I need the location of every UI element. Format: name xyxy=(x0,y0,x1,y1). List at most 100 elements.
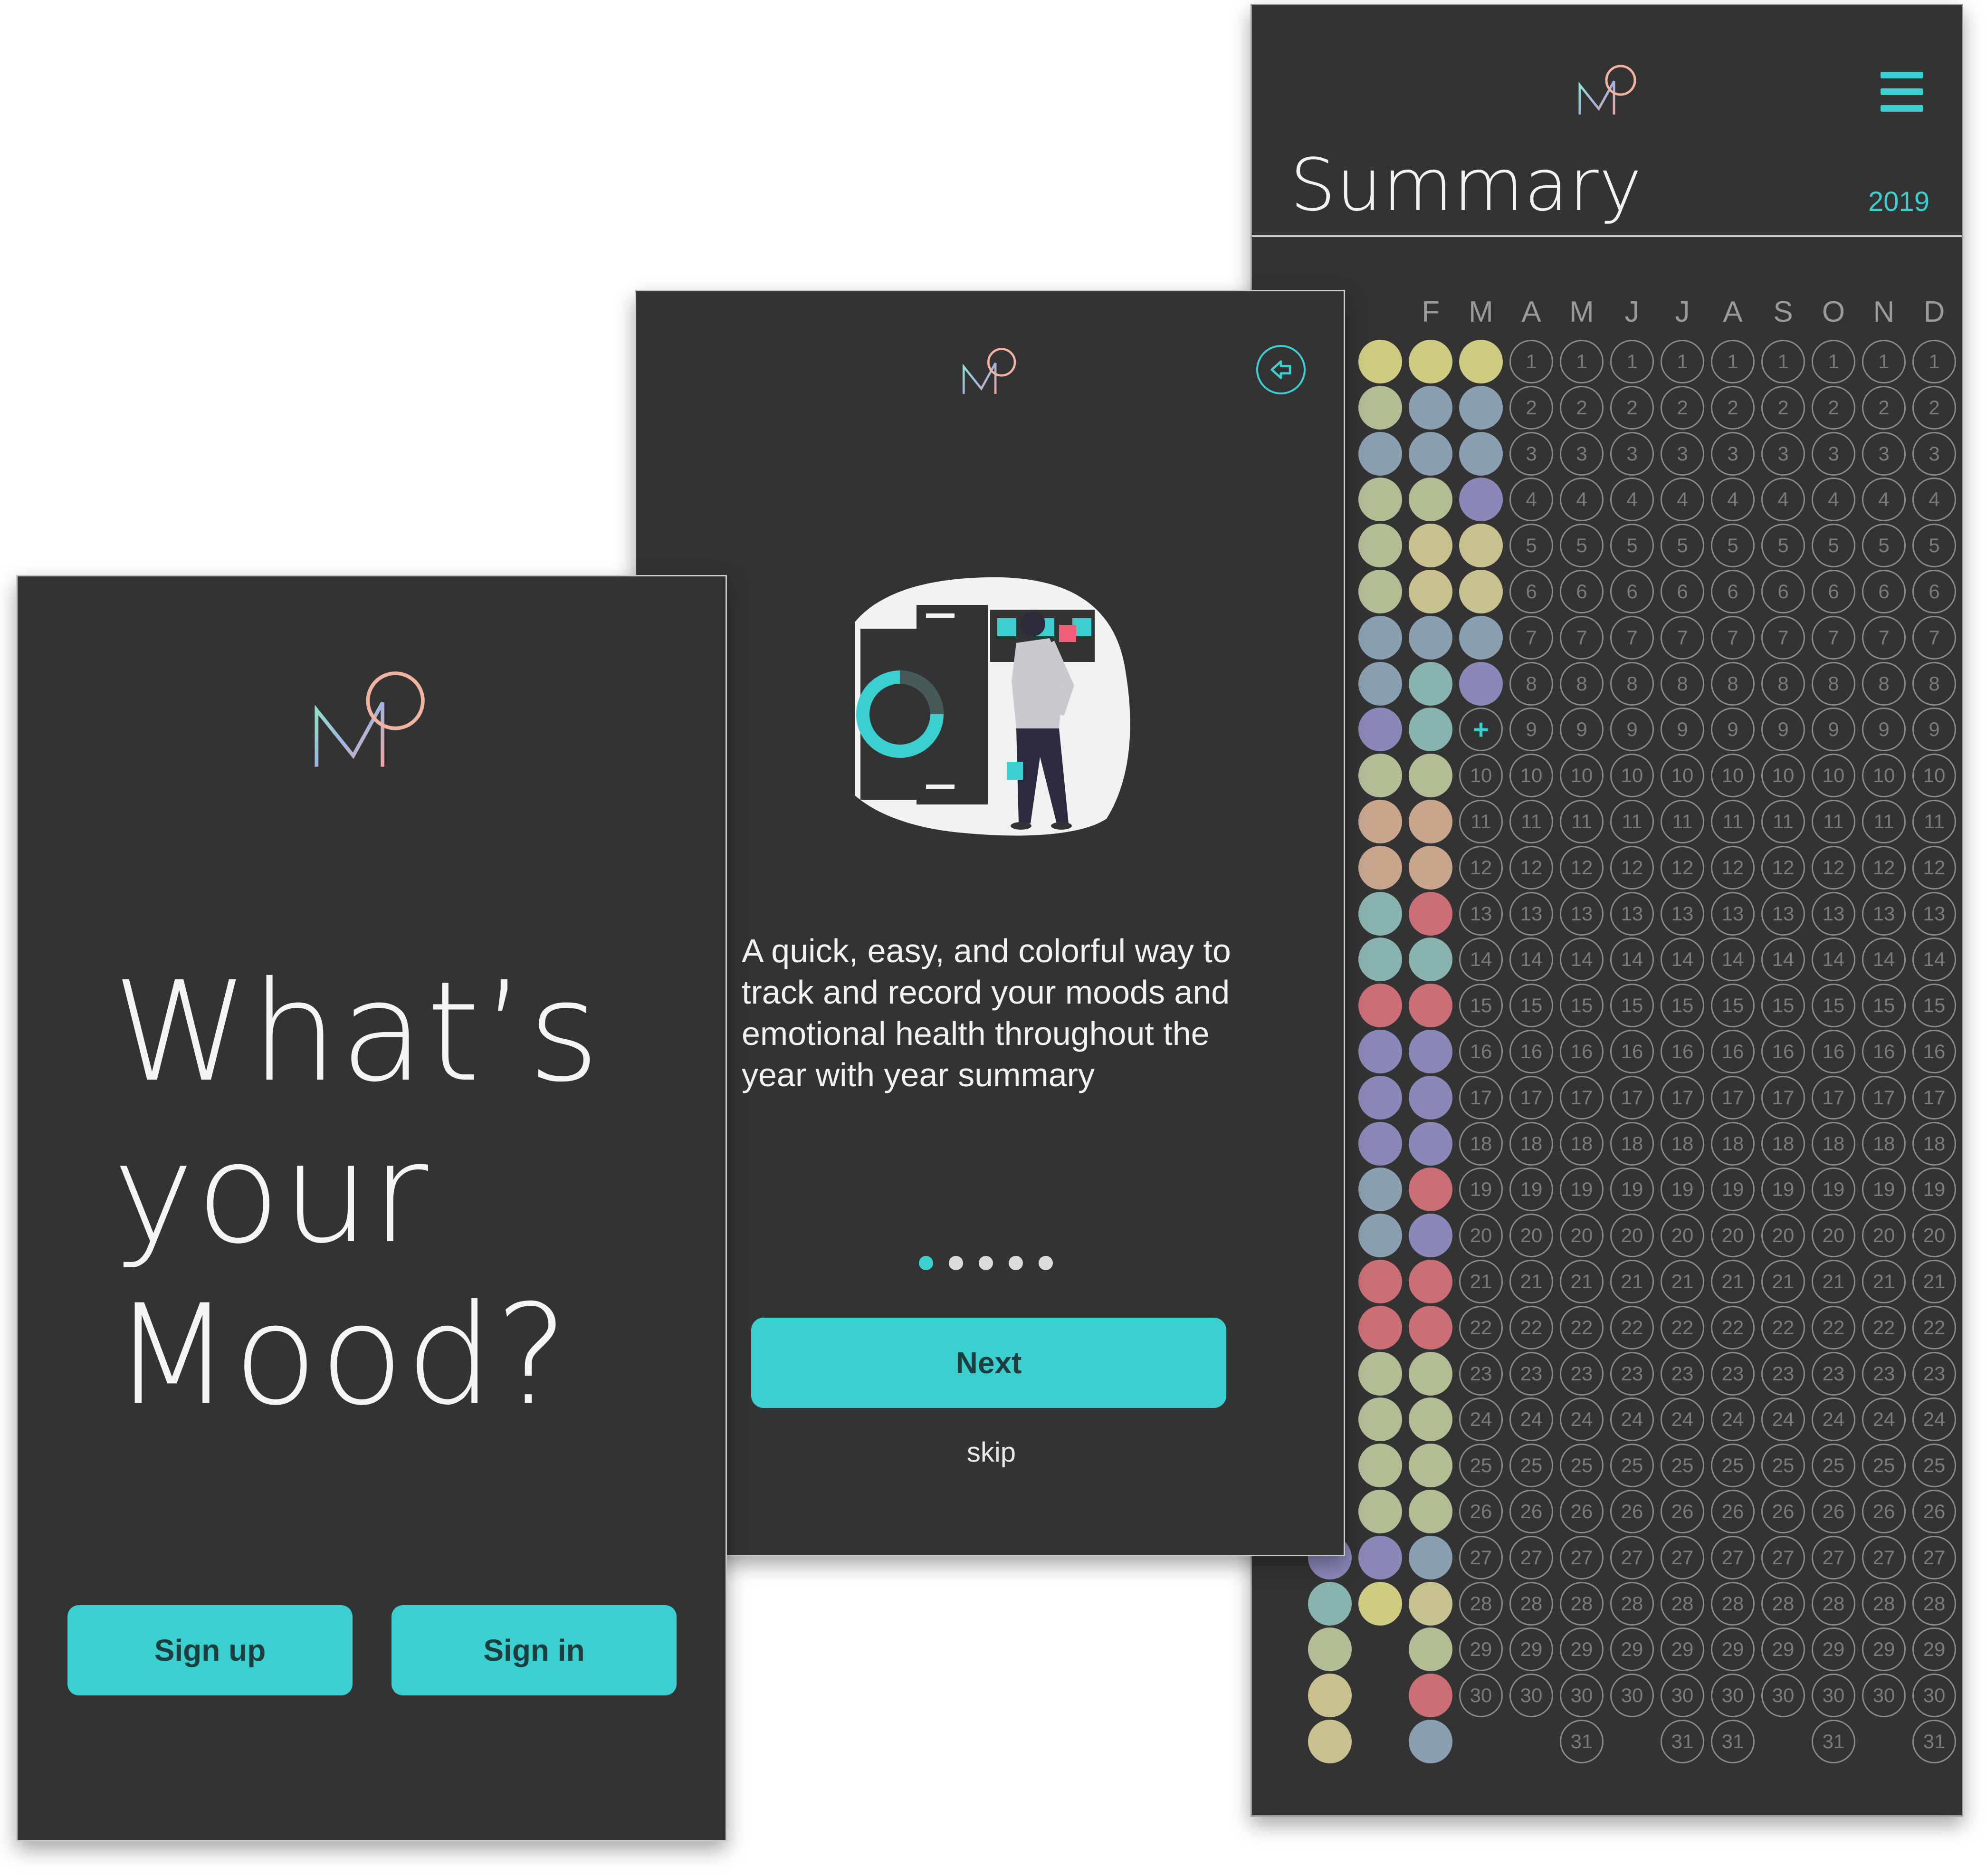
empty-day-cell[interactable]: 25 xyxy=(1711,1444,1755,1488)
empty-day-cell[interactable]: 3 xyxy=(1661,431,1704,476)
empty-day-cell[interactable]: 11 xyxy=(1509,800,1553,843)
sign-up-button[interactable]: Sign up xyxy=(67,1605,353,1695)
empty-day-cell[interactable]: 16 xyxy=(1912,1030,1956,1073)
empty-day-cell[interactable]: 4 xyxy=(1610,478,1654,522)
empty-day-cell[interactable]: 23 xyxy=(1661,1351,1704,1396)
empty-day-cell[interactable]: 6 xyxy=(1711,570,1755,613)
empty-day-cell[interactable]: 20 xyxy=(1862,1214,1906,1258)
empty-day-cell[interactable]: 21 xyxy=(1459,1260,1503,1303)
empty-day-cell[interactable]: 9 xyxy=(1509,708,1553,752)
empty-day-cell[interactable]: 27 xyxy=(1711,1535,1755,1579)
mood-day-dot[interactable] xyxy=(1358,1490,1402,1533)
empty-day-cell[interactable]: 3 xyxy=(1509,431,1553,476)
mood-day-dot[interactable] xyxy=(1358,478,1402,522)
empty-day-cell[interactable]: 17 xyxy=(1812,1075,1855,1120)
empty-day-cell[interactable]: 27 xyxy=(1812,1535,1855,1579)
empty-day-cell[interactable]: 14 xyxy=(1761,938,1805,982)
empty-day-cell[interactable]: 7 xyxy=(1610,615,1654,660)
empty-day-cell[interactable]: 2 xyxy=(1560,385,1604,430)
empty-day-cell[interactable]: 15 xyxy=(1812,984,1855,1028)
empty-day-cell[interactable]: 30 xyxy=(1862,1674,1906,1718)
empty-day-cell[interactable]: 9 xyxy=(1761,708,1805,752)
empty-day-cell[interactable]: 14 xyxy=(1711,938,1755,982)
empty-day-cell[interactable]: 10 xyxy=(1610,754,1654,798)
empty-day-cell[interactable]: 8 xyxy=(1761,661,1805,706)
empty-day-cell[interactable]: 19 xyxy=(1711,1168,1755,1212)
empty-day-cell[interactable]: 13 xyxy=(1812,891,1855,936)
empty-day-cell[interactable]: 20 xyxy=(1912,1214,1956,1258)
empty-day-cell[interactable]: 24 xyxy=(1812,1397,1855,1442)
empty-day-cell[interactable]: 10 xyxy=(1661,754,1704,798)
empty-day-cell[interactable]: 24 xyxy=(1560,1397,1604,1442)
empty-day-cell[interactable]: 25 xyxy=(1912,1444,1956,1488)
mood-day-dot[interactable] xyxy=(1459,661,1503,706)
empty-day-cell[interactable]: 13 xyxy=(1459,891,1503,936)
empty-day-cell[interactable]: 11 xyxy=(1862,800,1906,843)
mood-day-dot[interactable] xyxy=(1409,754,1452,798)
mood-day-dot[interactable] xyxy=(1409,1397,1452,1442)
empty-day-cell[interactable]: 6 xyxy=(1812,570,1855,613)
mood-day-dot[interactable] xyxy=(1308,1627,1352,1672)
mood-day-dot[interactable] xyxy=(1459,524,1503,568)
empty-day-cell[interactable]: 27 xyxy=(1862,1535,1906,1579)
page-dot[interactable] xyxy=(919,1256,933,1270)
empty-day-cell[interactable]: 4 xyxy=(1661,478,1704,522)
empty-day-cell[interactable]: 22 xyxy=(1509,1305,1553,1350)
empty-day-cell[interactable]: 7 xyxy=(1661,615,1704,660)
empty-day-cell[interactable]: 8 xyxy=(1610,661,1654,706)
empty-day-cell[interactable]: 9 xyxy=(1661,708,1704,752)
mood-day-dot[interactable] xyxy=(1409,1121,1452,1166)
empty-day-cell[interactable]: 18 xyxy=(1661,1121,1704,1166)
empty-day-cell[interactable]: 3 xyxy=(1560,431,1604,476)
empty-day-cell[interactable]: 26 xyxy=(1862,1490,1906,1533)
mood-day-dot[interactable] xyxy=(1409,1674,1452,1718)
empty-day-cell[interactable]: 17 xyxy=(1912,1075,1956,1120)
empty-day-cell[interactable]: 24 xyxy=(1761,1397,1805,1442)
mood-day-dot[interactable] xyxy=(1358,708,1402,752)
empty-day-cell[interactable]: 15 xyxy=(1711,984,1755,1028)
empty-day-cell[interactable]: 11 xyxy=(1610,800,1654,843)
empty-day-cell[interactable]: 4 xyxy=(1509,478,1553,522)
page-dot[interactable] xyxy=(949,1256,963,1270)
empty-day-cell[interactable]: 27 xyxy=(1459,1535,1503,1579)
empty-day-cell[interactable]: 9 xyxy=(1610,708,1654,752)
empty-day-cell[interactable]: 30 xyxy=(1761,1674,1805,1718)
empty-day-cell[interactable]: 30 xyxy=(1711,1674,1755,1718)
empty-day-cell[interactable]: 14 xyxy=(1812,938,1855,982)
mood-day-dot[interactable] xyxy=(1409,845,1452,890)
empty-day-cell[interactable]: 29 xyxy=(1912,1627,1956,1672)
empty-day-cell[interactable]: 9 xyxy=(1711,708,1755,752)
empty-day-cell[interactable]: 15 xyxy=(1560,984,1604,1028)
empty-day-cell[interactable]: 18 xyxy=(1560,1121,1604,1166)
empty-day-cell[interactable]: 12 xyxy=(1459,845,1503,890)
empty-day-cell[interactable]: 18 xyxy=(1761,1121,1805,1166)
empty-day-cell[interactable]: 23 xyxy=(1509,1351,1553,1396)
empty-day-cell[interactable]: 9 xyxy=(1862,708,1906,752)
empty-day-cell[interactable]: 26 xyxy=(1459,1490,1503,1533)
empty-day-cell[interactable]: 2 xyxy=(1862,385,1906,430)
empty-day-cell[interactable]: 14 xyxy=(1459,938,1503,982)
mood-day-dot[interactable] xyxy=(1358,1351,1402,1396)
empty-day-cell[interactable]: 8 xyxy=(1862,661,1906,706)
empty-day-cell[interactable]: 23 xyxy=(1711,1351,1755,1396)
empty-day-cell[interactable]: 20 xyxy=(1711,1214,1755,1258)
empty-day-cell[interactable]: 25 xyxy=(1661,1444,1704,1488)
empty-day-cell[interactable]: 15 xyxy=(1459,984,1503,1028)
empty-day-cell[interactable]: 28 xyxy=(1812,1581,1855,1626)
empty-day-cell[interactable]: 8 xyxy=(1812,661,1855,706)
empty-day-cell[interactable]: 12 xyxy=(1509,845,1553,890)
empty-day-cell[interactable]: 29 xyxy=(1509,1627,1553,1672)
empty-day-cell[interactable]: 1 xyxy=(1862,340,1906,383)
empty-day-cell[interactable]: 1 xyxy=(1912,340,1956,383)
empty-day-cell[interactable]: 8 xyxy=(1509,661,1553,706)
empty-day-cell[interactable]: 3 xyxy=(1711,431,1755,476)
empty-day-cell[interactable]: 14 xyxy=(1509,938,1553,982)
empty-day-cell[interactable]: 2 xyxy=(1761,385,1805,430)
mood-day-dot[interactable] xyxy=(1358,524,1402,568)
empty-day-cell[interactable]: 29 xyxy=(1812,1627,1855,1672)
mood-day-dot[interactable] xyxy=(1409,478,1452,522)
empty-day-cell[interactable]: 24 xyxy=(1711,1397,1755,1442)
mood-day-dot[interactable] xyxy=(1459,478,1503,522)
empty-day-cell[interactable]: 11 xyxy=(1812,800,1855,843)
empty-day-cell[interactable]: 16 xyxy=(1560,1030,1604,1073)
